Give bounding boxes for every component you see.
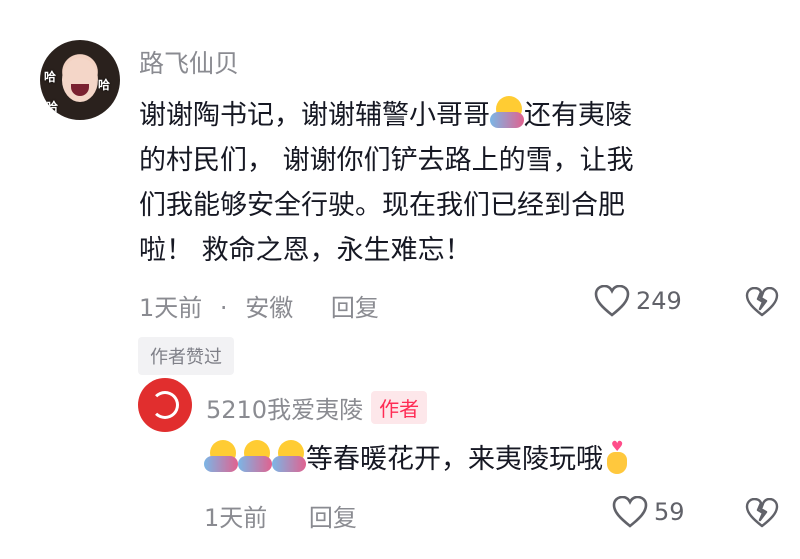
reply-text-line: 等春暖花开，来夷陵玩哦: [306, 444, 603, 475]
dislike-broken-heart-icon: [745, 497, 779, 528]
comment-meta: 1天前 · 安徽 回复: [139, 288, 379, 323]
logo-mark: [151, 391, 179, 419]
comment-text-line: 啦！ 救命之恩，永生难忘！: [139, 235, 472, 266]
finger-heart-emoji: ♥: [603, 440, 633, 474]
comment-text-line: 的村民们， 谢谢你们铲去路上的雪，让我: [139, 145, 634, 176]
dislike-button[interactable]: [745, 286, 779, 321]
hug-emoji: [238, 440, 272, 474]
dislike-button[interactable]: [745, 497, 779, 532]
comment-text-line: 还有夷陵: [524, 100, 632, 131]
comment-author-name[interactable]: 路飞仙贝: [139, 44, 239, 80]
comment-location: 安徽: [245, 294, 294, 322]
reply-author-row: 5210我爱夷陵 作者: [206, 390, 428, 425]
reply-avatar[interactable]: [138, 378, 192, 432]
reply-text: 等春暖花开，来夷陵玩哦 ♥: [204, 437, 784, 482]
avatar-sticker-text: 哈: [46, 100, 59, 114]
meta-separator: ·: [219, 294, 228, 322]
reply-author-name[interactable]: 5210我爱夷陵: [206, 390, 363, 425]
heart-outline-icon: [594, 285, 630, 317]
comment-text-line: 谢谢陶书记，谢谢辅警小哥哥: [139, 100, 490, 131]
reply-time: 1天前: [204, 504, 268, 532]
avatar-sticker-text: 哈: [44, 70, 57, 84]
author-tag: 作者: [371, 391, 428, 424]
like-button[interactable]: 59: [612, 496, 685, 528]
comment-time: 1天前: [139, 294, 203, 322]
hug-emoji: [204, 440, 238, 474]
reply-meta: 1天前 回复: [204, 498, 357, 533]
like-button[interactable]: 249: [594, 285, 682, 317]
avatar-sticker-text: 哈: [98, 78, 111, 92]
heart-outline-icon: [612, 496, 648, 528]
avatar[interactable]: 哈 哈 哈: [40, 40, 120, 120]
like-count: 59: [654, 498, 685, 526]
like-count: 249: [636, 287, 682, 315]
hug-emoji: [490, 96, 524, 130]
author-liked-badge: 作者赞过: [138, 337, 234, 375]
comment-text: 谢谢陶书记，谢谢辅警小哥哥 还有夷陵 的村民们， 谢谢你们铲去路上的雪，让我 们我…: [139, 93, 779, 273]
dislike-broken-heart-icon: [745, 286, 779, 317]
reply-button[interactable]: 回复: [309, 504, 357, 532]
hug-emoji: [272, 440, 306, 474]
reply-button[interactable]: 回复: [331, 294, 379, 322]
comment-text-line: 们我能够安全行驶。现在我们已经到合肥: [139, 190, 625, 221]
